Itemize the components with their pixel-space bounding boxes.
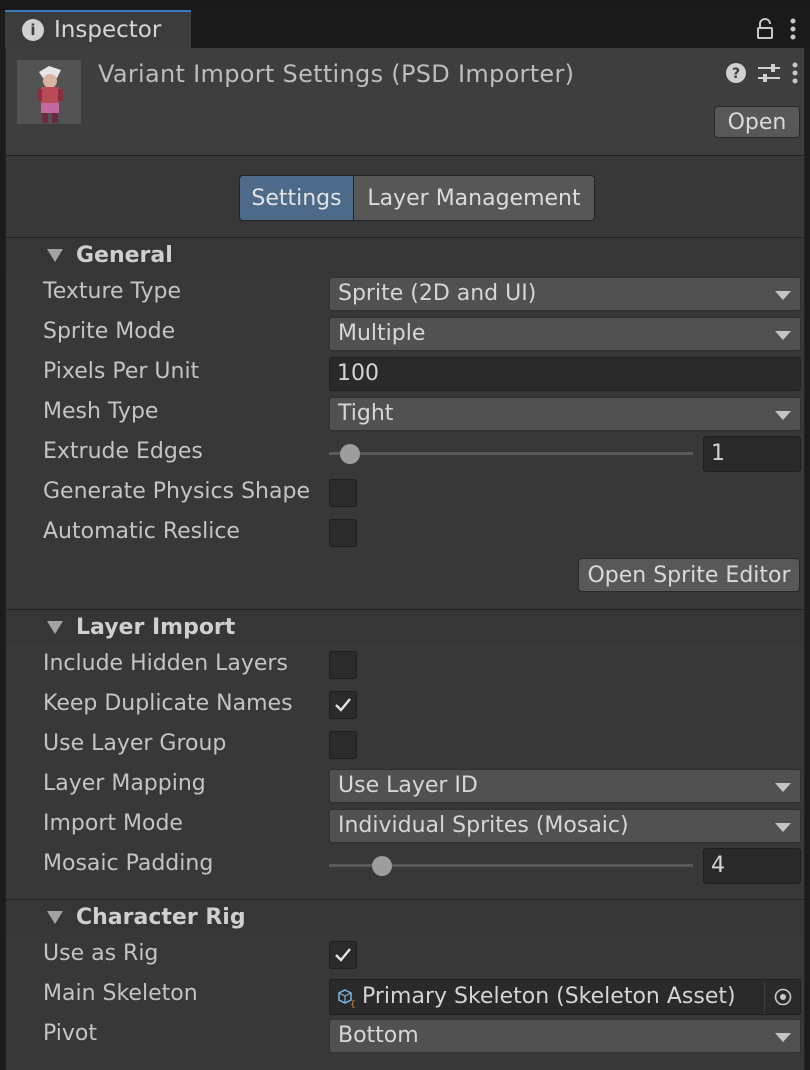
extrude-edges-input[interactable]: 1 — [703, 436, 801, 472]
open-button[interactable]: Open — [714, 106, 800, 138]
field-label: Include Hidden Layers — [43, 651, 288, 676]
section-character-rig[interactable]: Character Rig — [6, 899, 804, 935]
field-label: Mosaic Padding — [43, 851, 214, 876]
component-menu-icon[interactable] — [792, 62, 798, 84]
pivot-dropdown[interactable]: Bottom — [329, 1019, 801, 1053]
layer-mapping-dropdown[interactable]: Use Layer ID — [329, 769, 801, 803]
texture-type-dropdown[interactable]: Sprite (2D and UI) — [329, 277, 801, 311]
field-label: Main Skeleton — [43, 981, 198, 1006]
field-label: Mesh Type — [43, 399, 159, 424]
tab-settings[interactable]: Settings — [240, 176, 354, 220]
field-label: Automatic Reslice — [43, 519, 240, 544]
asset-title: Variant Import Settings (PSD Importer) — [98, 60, 575, 88]
dropdown-arrow-icon — [775, 1033, 791, 1042]
row-extrude-edges: Extrude Edges 1 — [6, 433, 804, 473]
extrude-edges-slider-track[interactable] — [329, 452, 693, 455]
mesh-type-dropdown[interactable]: Tight — [329, 397, 801, 431]
dropdown-arrow-icon — [775, 331, 791, 340]
section-title: Character Rig — [76, 905, 246, 930]
object-field-value: Primary Skeleton (Skeleton Asset) — [362, 984, 736, 1009]
dropdown-arrow-icon — [775, 411, 791, 420]
dropdown-arrow-icon — [775, 291, 791, 300]
foldout-arrow-icon — [47, 621, 63, 634]
section-title: General — [76, 243, 173, 268]
open-sprite-editor-button[interactable]: Open Sprite Editor — [578, 558, 800, 592]
lock-icon[interactable] — [756, 18, 774, 40]
use-as-rig-checkbox[interactable] — [329, 941, 357, 969]
field-label: Use Layer Group — [43, 731, 227, 756]
field-label: Extrude Edges — [43, 439, 203, 464]
pixels-per-unit-input[interactable]: 100 — [329, 357, 801, 391]
asset-thumbnail — [17, 60, 81, 124]
dropdown-value: Sprite (2D and UI) — [338, 281, 537, 306]
object-picker-button[interactable] — [764, 980, 800, 1014]
row-use-as-rig: Use as Rig — [6, 935, 804, 975]
dropdown-arrow-icon — [775, 823, 791, 832]
field-label: Use as Rig — [43, 941, 159, 966]
tab-inspector[interactable]: i Inspector — [5, 10, 191, 48]
section-layer-import[interactable]: Layer Import — [6, 609, 804, 645]
checkmark-icon — [335, 948, 351, 962]
settings-tabs: Settings Layer Management — [239, 175, 595, 221]
foldout-arrow-icon — [47, 911, 63, 924]
include-hidden-layers-checkbox[interactable] — [329, 651, 357, 679]
row-use-layer-group: Use Layer Group — [6, 725, 804, 765]
asset-header: Variant Import Settings (PSD Importer) ?… — [6, 48, 804, 156]
row-pivot: Pivot Bottom — [6, 1015, 804, 1055]
row-keep-duplicate-names: Keep Duplicate Names — [6, 685, 804, 725]
dropdown-value: Individual Sprites (Mosaic) — [338, 813, 629, 838]
kebab-menu-icon[interactable] — [790, 18, 796, 40]
row-sprite-mode: Sprite Mode Multiple — [6, 313, 804, 353]
checkmark-icon — [335, 698, 351, 712]
extrude-edges-slider-handle[interactable] — [339, 444, 360, 464]
dropdown-value: Bottom — [338, 1023, 419, 1048]
row-pixels-per-unit: Pixels Per Unit 100 — [6, 353, 804, 393]
row-mesh-type: Mesh Type Tight — [6, 393, 804, 433]
dropdown-arrow-icon — [775, 783, 791, 792]
dropdown-value: Multiple — [338, 321, 426, 346]
field-label: Pixels Per Unit — [43, 359, 200, 384]
mosaic-padding-input[interactable]: 4 — [703, 848, 801, 884]
target-icon — [774, 988, 791, 1006]
use-layer-group-checkbox[interactable] — [329, 731, 357, 759]
svg-text:?: ? — [732, 66, 740, 82]
import-mode-dropdown[interactable]: Individual Sprites (Mosaic) — [329, 809, 801, 843]
field-label: Sprite Mode — [43, 319, 176, 344]
main-skeleton-object-field[interactable]: {} Primary Skeleton (Skeleton Asset) — [329, 979, 801, 1015]
row-import-mode: Import Mode Individual Sprites (Mosaic) — [6, 805, 804, 845]
sprite-mode-dropdown[interactable]: Multiple — [329, 317, 801, 351]
mosaic-padding-slider-handle[interactable] — [372, 856, 392, 876]
help-icon[interactable]: ? — [726, 63, 746, 83]
field-label: Import Mode — [43, 811, 183, 836]
keep-duplicate-names-checkbox[interactable] — [329, 691, 357, 719]
automatic-reslice-checkbox[interactable] — [329, 519, 357, 547]
row-include-hidden-layers: Include Hidden Layers — [6, 645, 804, 685]
skeleton-asset-icon: {} — [338, 989, 357, 1008]
row-mosaic-padding: Mosaic Padding 4 — [6, 845, 804, 885]
info-icon: i — [22, 19, 44, 41]
row-main-skeleton: Main Skeleton {} Primary Skeleton (Skele… — [6, 975, 804, 1015]
field-label: Generate Physics Shape — [43, 479, 310, 504]
foldout-arrow-icon — [47, 249, 63, 262]
row-layer-mapping: Layer Mapping Use Layer ID — [6, 765, 804, 805]
field-label: Keep Duplicate Names — [43, 691, 293, 716]
row-generate-physics-shape: Generate Physics Shape — [6, 473, 804, 513]
inspector-panel: Variant Import Settings (PSD Importer) ?… — [5, 48, 805, 1070]
field-label: Layer Mapping — [43, 771, 206, 796]
row-texture-type: Texture Type Sprite (2D and UI) — [6, 273, 804, 313]
dropdown-value: Tight — [338, 401, 394, 426]
dropdown-value: Use Layer ID — [338, 773, 478, 798]
generate-physics-shape-checkbox[interactable] — [329, 479, 357, 507]
row-automatic-reslice: Automatic Reslice — [6, 513, 804, 553]
section-title: Layer Import — [76, 615, 236, 640]
tab-label: Inspector — [54, 17, 162, 43]
tab-bar: i Inspector — [0, 0, 810, 48]
section-general[interactable]: General — [6, 237, 804, 273]
tab-layer-management[interactable]: Layer Management — [354, 176, 594, 220]
field-label: Pivot — [43, 1021, 98, 1046]
svg-text:{}: {} — [350, 1000, 357, 1008]
preset-settings-icon[interactable] — [758, 63, 780, 83]
field-label: Texture Type — [43, 279, 182, 304]
